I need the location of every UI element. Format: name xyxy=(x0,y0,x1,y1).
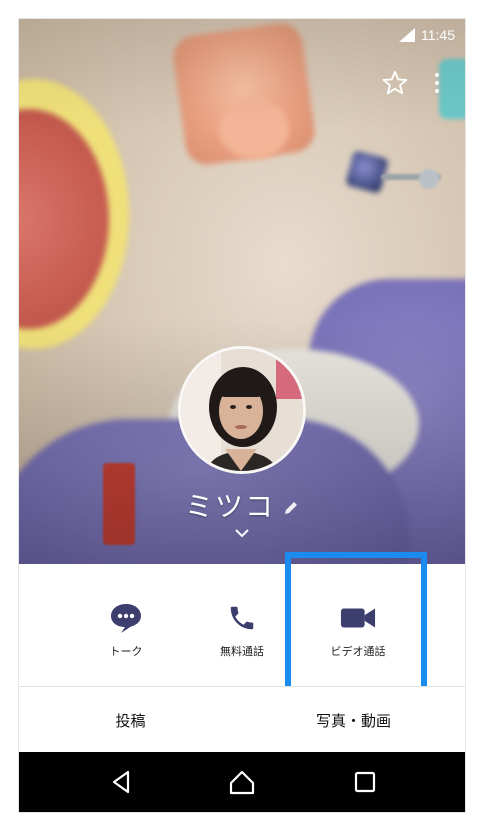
edit-pencil-icon[interactable] xyxy=(283,500,299,516)
phone-icon xyxy=(230,606,254,630)
highlight-box xyxy=(285,552,427,694)
status-bar: 11:45 xyxy=(399,25,455,45)
tab-photos-videos[interactable]: 写真・動画 xyxy=(242,687,465,753)
avatar-photo xyxy=(181,349,303,471)
chevron-down-icon[interactable] xyxy=(232,526,252,540)
recent-apps-icon[interactable] xyxy=(350,767,380,797)
free-call-label: 無料通話 xyxy=(220,645,264,658)
navigation-bar xyxy=(19,752,465,812)
talk-button[interactable]: トーク xyxy=(71,602,181,659)
chat-bubble-icon xyxy=(111,604,141,633)
talk-label: トーク xyxy=(109,645,143,658)
favorite-star-icon[interactable] xyxy=(381,69,409,97)
home-icon[interactable] xyxy=(227,767,257,797)
more-options-icon[interactable] xyxy=(429,69,445,97)
profile-name: ミツコ xyxy=(184,490,275,523)
back-icon[interactable] xyxy=(106,767,136,797)
profile-name-row: ミツコ xyxy=(19,485,465,525)
cover-shade xyxy=(19,19,465,564)
tab-posts[interactable]: 投稿 xyxy=(19,687,242,753)
free-call-button[interactable]: 無料通話 xyxy=(187,602,297,659)
profile-tabs: 投稿 写真・動画 xyxy=(19,686,465,753)
avatar[interactable] xyxy=(178,346,306,474)
phone-screen: 11:45 ミツコ トーク 無料通話 ビデオ通話 投稿 写真・動画 xyxy=(19,19,465,812)
signal-icon xyxy=(399,28,415,42)
status-time: 11:45 xyxy=(421,27,455,43)
cover-photo: 11:45 ミツコ xyxy=(19,19,465,564)
